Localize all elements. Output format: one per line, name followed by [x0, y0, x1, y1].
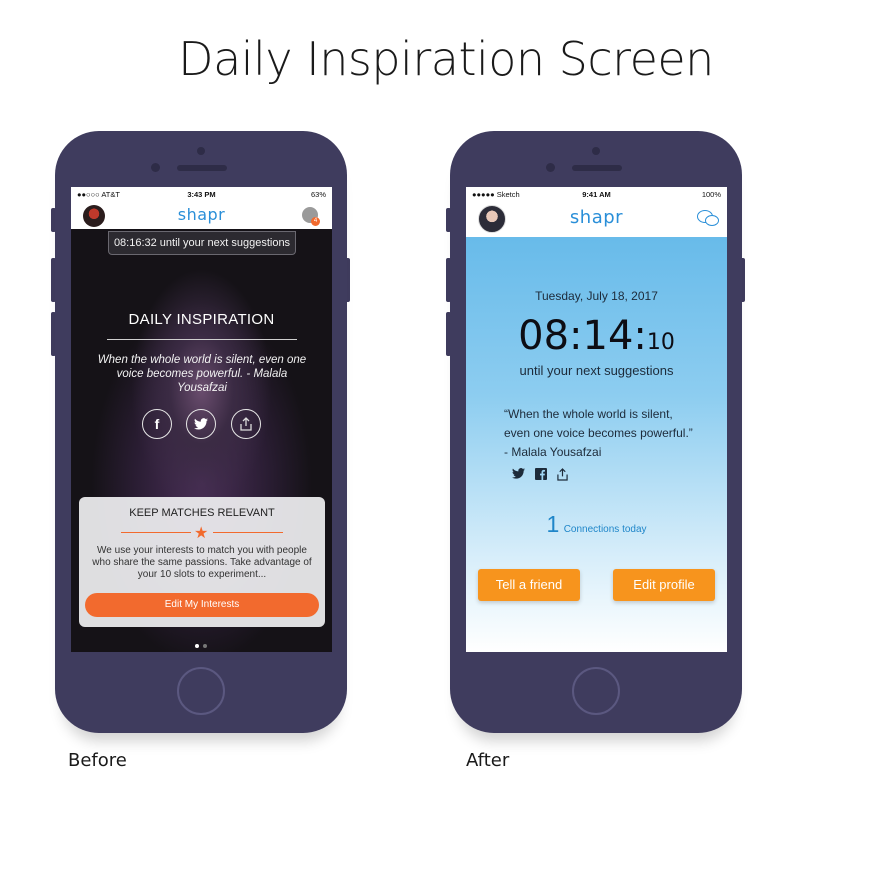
facebook-icon[interactable]: [535, 468, 547, 483]
status-time: 3:43 PM: [187, 189, 216, 199]
before-caption: Before: [68, 750, 127, 771]
screen-before: ●●○○○ AT&T 3:43 PM 63% shapr 4 08:16:32 …: [71, 187, 332, 652]
home-button: [177, 667, 225, 715]
share-icon[interactable]: [557, 468, 568, 484]
top-bar: shapr 4: [71, 201, 332, 229]
tell-a-friend-button[interactable]: Tell a friend: [478, 569, 580, 601]
speaker: [177, 165, 227, 171]
countdown-timer: 08:16:32 until your next suggestions: [108, 231, 296, 255]
status-bar: ●●○○○ AT&T 3:43 PM 63%: [71, 187, 332, 201]
status-time: 9:41 AM: [582, 189, 611, 199]
divider: [107, 339, 297, 340]
page-indicator[interactable]: [193, 635, 209, 652]
daily-inspiration-heading: DAILY INSPIRATION: [128, 311, 275, 328]
card-title: KEEP MATCHES RELEVANT: [129, 507, 275, 519]
share-icon[interactable]: [231, 409, 261, 439]
home-button: [572, 667, 620, 715]
clock-main: 08:14:: [518, 313, 647, 359]
inspiration-quote: “When the whole world is silent, even on…: [504, 405, 704, 462]
star-divider: ★: [121, 525, 283, 542]
chat-badge: 4: [311, 217, 320, 226]
phone-before: ●●○○○ AT&T 3:43 PM 63% shapr 4 08:16:32 …: [55, 131, 347, 733]
keep-matches-card: KEEP MATCHES RELEVANT ★ We use your inte…: [79, 497, 325, 627]
connections-count: 1: [546, 511, 560, 537]
top-bar: shapr: [466, 201, 727, 237]
clock-subtitle: until your next suggestions: [519, 363, 674, 378]
chat-icon-secondary[interactable]: [705, 215, 719, 226]
connections-label: Connections today: [563, 524, 647, 535]
clock-seconds: 10: [646, 330, 675, 355]
twitter-icon[interactable]: [512, 468, 525, 482]
sensor: [546, 163, 555, 172]
status-bar: ●●●●● Sketch 9:41 AM 100%: [466, 187, 727, 201]
page-title: Daily Inspiration Screen: [178, 32, 714, 86]
inspiration-quote: When the whole world is silent, even one…: [97, 354, 307, 394]
quote-line: even one voice becomes powerful.”: [504, 426, 693, 440]
shapr-logo: shapr: [569, 207, 624, 228]
connections-today: 1 Connections today: [466, 511, 727, 538]
countdown-clock: 08:14:10: [466, 313, 727, 359]
shapr-logo: shapr: [177, 205, 226, 224]
edit-profile-button[interactable]: Edit profile: [613, 569, 715, 601]
date-label: Tuesday, July 18, 2017: [535, 289, 658, 303]
quote-author: - Malala Yousafzai: [504, 445, 602, 459]
sensor: [151, 163, 160, 172]
camera: [592, 147, 600, 155]
speaker: [572, 165, 622, 171]
camera: [197, 147, 205, 155]
star-icon: ★: [194, 525, 209, 542]
facebook-icon[interactable]: f: [142, 409, 172, 439]
card-body: We use your interests to match you with …: [92, 545, 312, 580]
quote-line: “When the whole world is silent,: [504, 407, 673, 421]
twitter-icon[interactable]: [186, 409, 216, 439]
screen-after: ●●●●● Sketch 9:41 AM 100% shapr Tuesday,…: [466, 187, 727, 652]
edit-interests-button[interactable]: Edit My Interests: [85, 593, 319, 617]
phone-after: ●●●●● Sketch 9:41 AM 100% shapr Tuesday,…: [450, 131, 742, 733]
after-caption: After: [466, 750, 510, 771]
